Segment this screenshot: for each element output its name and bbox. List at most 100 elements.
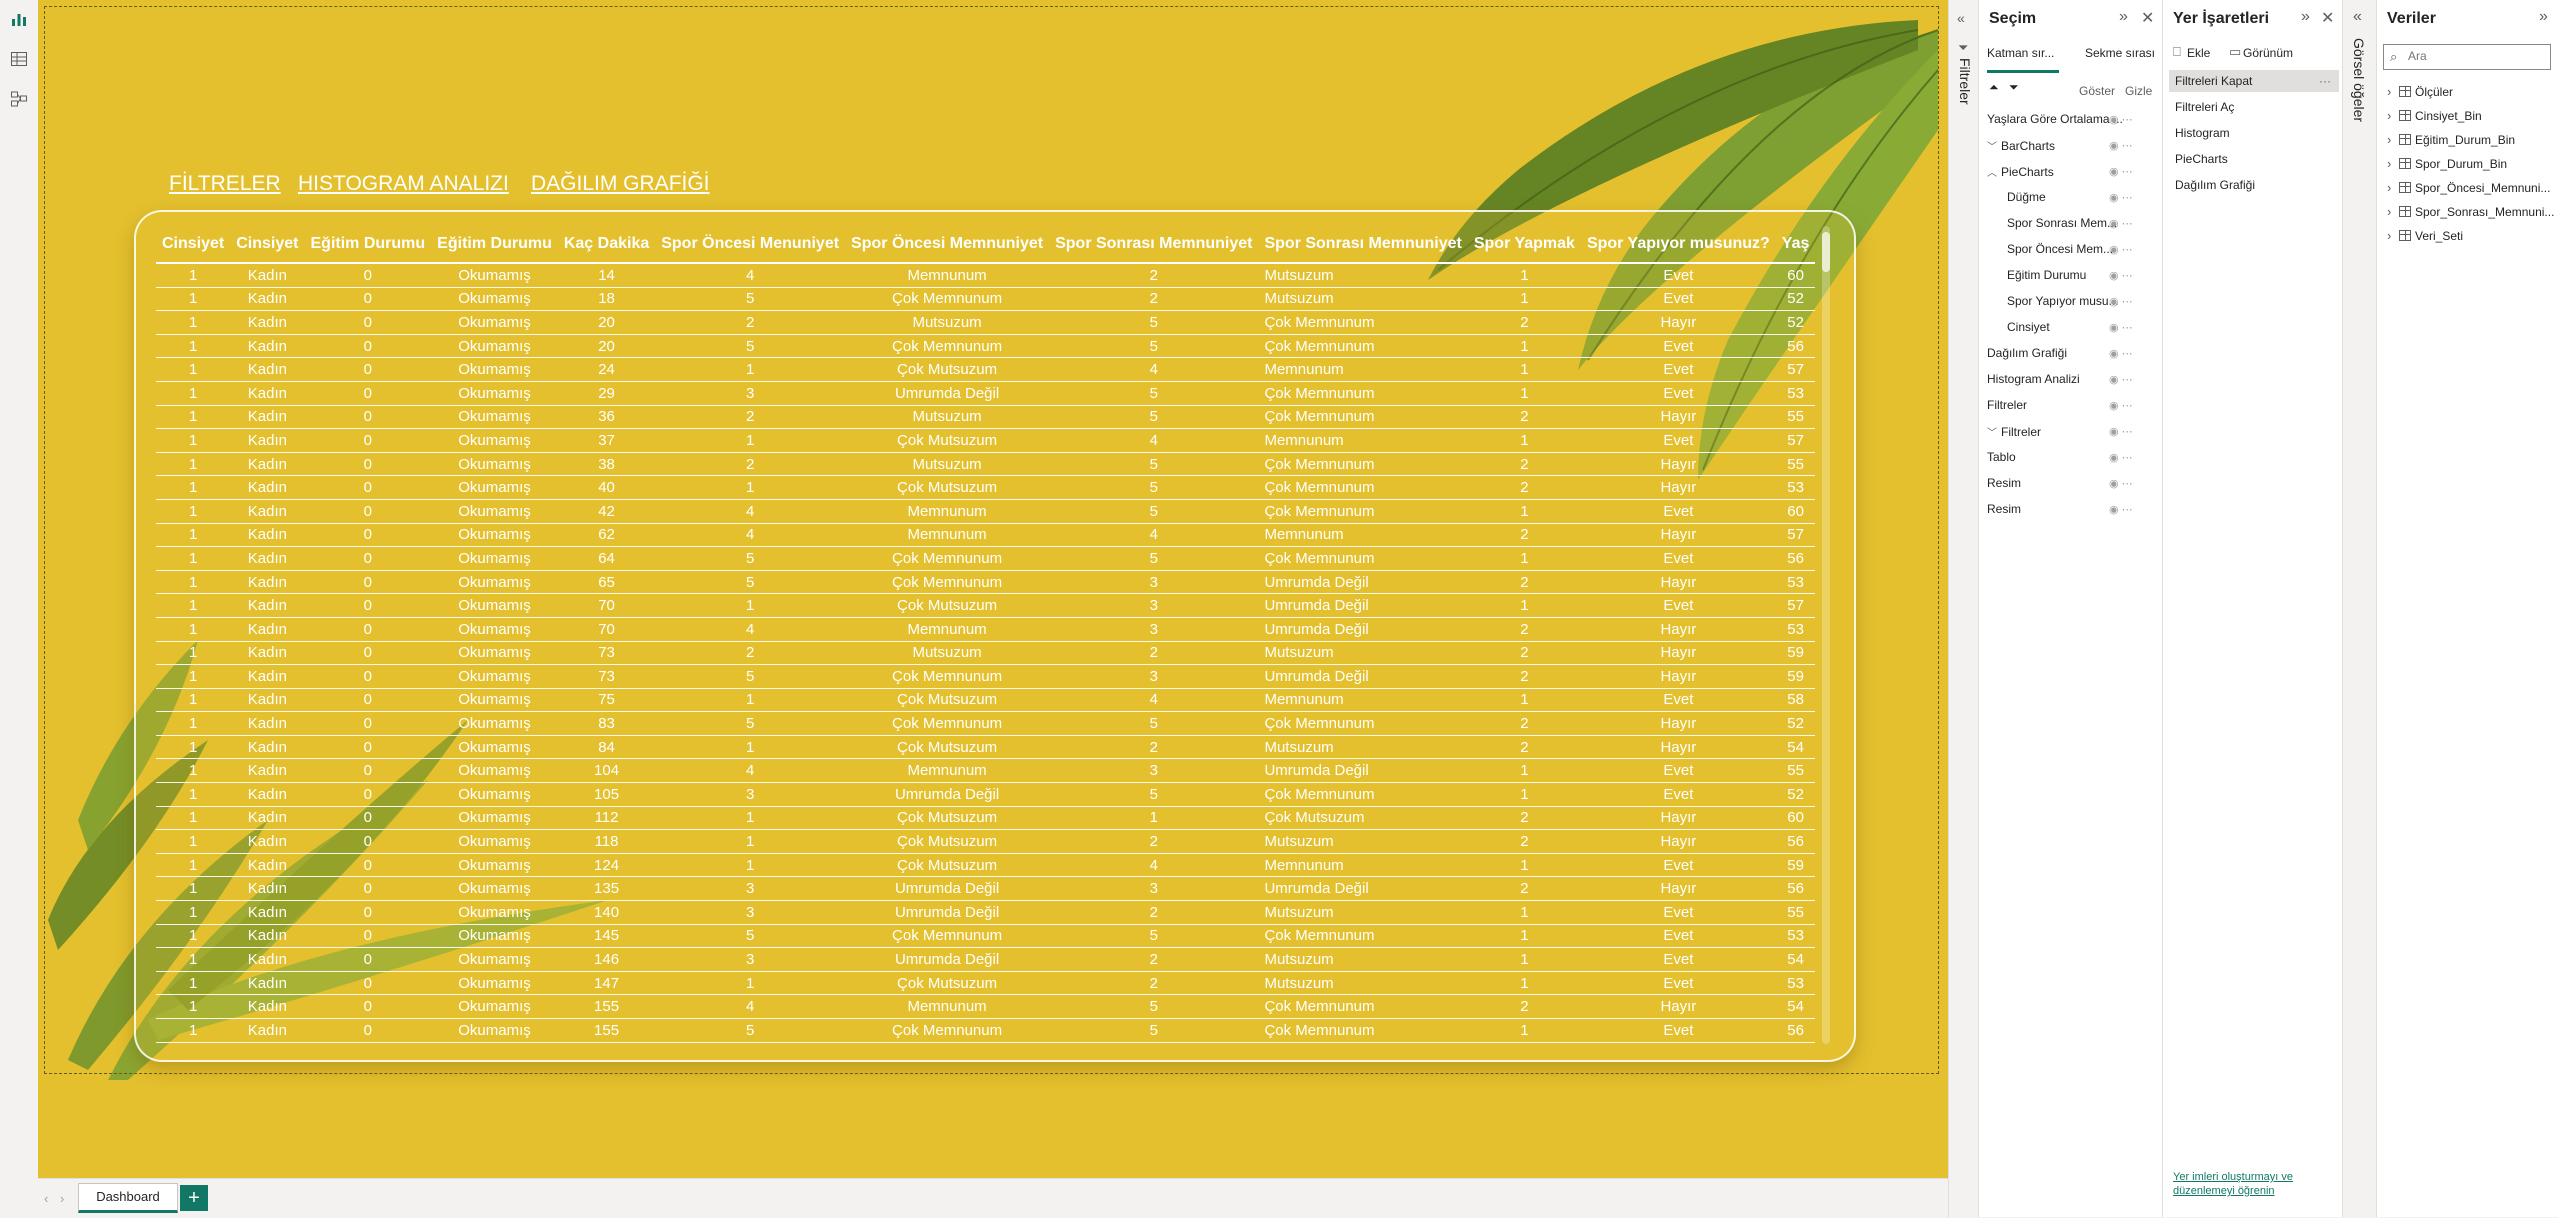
visibility-eye-icon[interactable]: ◉ ⋯ <box>2109 321 2133 334</box>
column-header[interactable]: Spor Yapmak <box>1467 226 1581 264</box>
data-search-box[interactable]: ⌕ <box>2383 44 2551 70</box>
move-down-icon[interactable]: ⏷ <box>2009 80 2019 95</box>
table-row[interactable]: 1 Kadın 0 Okumamış 83 5 Çok Memnunum 5 Çok Memnu… <box>156 711 1816 736</box>
expand-chevron-icon[interactable]: › <box>2387 204 2397 219</box>
collapse-bookmarks-icon[interactable]: » <box>2301 8 2310 26</box>
table-row[interactable]: 1 Kadın 0 Okumamış 124 1 Çok Mutsuzum 4 Memnunum… <box>156 853 1816 878</box>
table-row[interactable]: 1 Kadın 0 Okumamış 135 3 Umrumda Değil 3 Umrumda… <box>156 876 1816 902</box>
selection-item[interactable]: Filtreler <box>1987 398 2027 412</box>
visibility-eye-icon[interactable]: ◉ ⋯ <box>2109 503 2133 516</box>
data-table-item[interactable]: › Spor_Sonrası_Memnuni... <box>2387 204 2554 219</box>
bookmark-item[interactable]: Filtreleri Aç <box>2169 96 2339 118</box>
table-row[interactable]: 1 Kadın 0 Okumamış 14 4 Memnunum 2 Mutsuzum 1 Evet… <box>156 263 1816 288</box>
expand-visuals-icon[interactable]: « <box>2353 8 2362 26</box>
table-row[interactable]: 1 Kadın 0 Okumamış 36 2 Mutsuzum 5 Çok Memnunum 2… <box>156 405 1816 430</box>
visuals-pane-collapsed[interactable]: « Görsel öğeler <box>2342 0 2377 1217</box>
hide-all-button[interactable]: Gizle <box>2125 84 2152 98</box>
bookmark-add-icon[interactable]: ⎕ <box>2173 44 2181 60</box>
filters-pane-collapsed[interactable]: « ⏷ Filtreler <box>1948 0 1979 1217</box>
close-selection-icon[interactable]: ✕ <box>2141 8 2154 28</box>
column-header[interactable]: Yaş <box>1775 226 1816 264</box>
selection-item[interactable]: Cinsiyet <box>1987 320 2050 334</box>
move-up-icon[interactable]: ⏶ <box>1989 80 1999 95</box>
column-header[interactable]: Spor Öncesi Memnuniyet <box>845 226 1050 264</box>
table-row[interactable]: 1 Kadın 0 Okumamış 73 2 Mutsuzum 2 Mutsuzum 2 Hayı… <box>156 641 1816 666</box>
table-visual[interactable]: Cinsiyet Cinsiyet Eğitim Durumu Eğitim Duru… <box>134 210 1856 1062</box>
selection-item[interactable]: Eğitim Durumu <box>1987 268 2086 282</box>
selection-item[interactable]: ﹀ BarCharts <box>1987 138 2055 153</box>
visibility-eye-icon[interactable]: ◉ ⋯ <box>2109 373 2133 386</box>
table-row[interactable]: 1 Kadın 0 Okumamış 65 5 Çok Memnunum 3 Umrumda D… <box>156 570 1816 595</box>
close-bookmarks-icon[interactable]: ✕ <box>2321 8 2334 28</box>
visibility-eye-icon[interactable]: ◉ ⋯ <box>2109 139 2133 152</box>
nav-filters-link[interactable]: FİLTRELER <box>169 172 281 196</box>
visibility-eye-icon[interactable]: ◉ ⋯ <box>2109 165 2133 178</box>
visibility-eye-icon[interactable]: ◉ ⋯ <box>2109 425 2133 438</box>
column-header[interactable]: Spor Öncesi Menuniyet <box>655 226 846 264</box>
data-table-item[interactable]: › Veri_Seti <box>2387 228 2463 243</box>
visibility-eye-icon[interactable]: ◉ ⋯ <box>2109 243 2133 256</box>
bookmark-item[interactable]: Histogram <box>2169 122 2339 144</box>
table-row[interactable]: 1 Kadın 0 Okumamış 62 4 Memnunum 4 Memnunum 2 Hayı… <box>156 523 1816 548</box>
table-row[interactable]: 1 Kadın 0 Okumamış 70 1 Çok Mutsuzum 3 Umrumda D… <box>156 593 1816 618</box>
table-row[interactable]: 1 Kadın 0 Okumamış 104 4 Memnunum 3 Umrumda Deği… <box>156 758 1816 784</box>
table-row[interactable]: 1 Kadın 0 Okumamış 105 3 Umrumda Değil 5 Çok Mem… <box>156 782 1816 807</box>
report-view-icon[interactable] <box>10 10 28 28</box>
column-header[interactable]: Eğitim Durumu <box>304 226 432 264</box>
table-row[interactable]: 1 Kadın 0 Okumamış 112 1 Çok Mutsuzum 1 Çok Muts… <box>156 806 1816 831</box>
table-row[interactable]: 1 Kadın 0 Okumamış 73 5 Çok Memnunum 3 Umrumda D… <box>156 664 1816 689</box>
column-header[interactable]: Spor Yapıyor musunuz? <box>1580 226 1776 264</box>
selection-item[interactable]: ﹀ Filtreler <box>1987 424 2041 439</box>
table-row[interactable]: 1 Kadın 0 Okumamış 155 4 Memnunum 5 Çok Memnunum… <box>156 994 1816 1019</box>
bookmark-item[interactable]: Filtreleri Kapat ··· <box>2169 70 2339 92</box>
tab-layer-order[interactable]: Katman sır... <box>1987 46 2054 60</box>
table-scrollbar[interactable] <box>1822 226 1830 1044</box>
selection-item[interactable]: Resim <box>1987 476 2021 490</box>
column-header[interactable]: Spor Sonrası Memnuniyet <box>1258 226 1468 264</box>
table-row[interactable]: 1 Kadın 0 Okumamış 40 1 Çok Mutsuzum 5 Çok Memnu… <box>156 475 1816 500</box>
table-row[interactable]: 1 Kadın 0 Okumamış 18 5 Çok Memnunum 2 Mutsuzum 1… <box>156 287 1816 312</box>
table-row[interactable]: 1 Kadın 0 Okumamış 84 1 Çok Mutsuzum 2 Mutsuzum 2… <box>156 735 1816 760</box>
view-bookmark-button[interactable]: Görünüm <box>2243 46 2293 60</box>
table-row[interactable]: 1 Kadın 0 Okumamış 38 2 Mutsuzum 5 Çok Memnunum 2… <box>156 452 1816 477</box>
visibility-eye-icon[interactable]: ◉ ⋯ <box>2109 399 2133 412</box>
data-search-input[interactable] <box>2406 48 2550 64</box>
expand-chevron-icon[interactable]: › <box>2387 108 2397 123</box>
selection-item[interactable]: Tablo <box>1987 450 2016 464</box>
scrollbar-thumb[interactable] <box>1822 232 1830 272</box>
table-row[interactable]: 1 Kadın 0 Okumamış 37 1 Çok Mutsuzum 4 Memnunum 1… <box>156 428 1816 453</box>
chevron-up-icon[interactable]: ︿ <box>1987 164 2001 179</box>
expand-chevron-icon[interactable]: › <box>2387 180 2397 195</box>
expand-chevron-icon[interactable]: › <box>2387 156 2397 171</box>
column-header[interactable]: Spor Sonrası Memnuniyet <box>1049 226 1259 264</box>
column-header[interactable]: Eğitim Durumu <box>431 226 558 264</box>
next-page-icon[interactable]: › <box>60 1191 64 1206</box>
visibility-eye-icon[interactable]: ◉ ⋯ <box>2109 191 2133 204</box>
selection-item[interactable]: Spor Öncesi Mem... <box>1987 242 2113 256</box>
visibility-eye-icon[interactable]: ◉ ⋯ <box>2109 347 2133 360</box>
selection-item[interactable]: ︿ PieCharts <box>1987 164 2054 179</box>
selection-item[interactable]: Resim <box>1987 502 2021 516</box>
visibility-eye-icon[interactable]: ◉ ⋯ <box>2109 477 2133 490</box>
table-row[interactable]: 1 Kadın 0 Okumamış 75 1 Çok Mutsuzum 4 Memnunum 1… <box>156 688 1816 713</box>
learn-bookmarks-link[interactable]: Yer imleri oluşturmayı ve düzenlemeyi öğ… <box>2173 1170 2323 1198</box>
column-header[interactable]: Cinsiyet <box>156 226 231 264</box>
data-table-item[interactable]: › Ölçüler <box>2387 84 2453 99</box>
tab-tab-order[interactable]: Sekme sırası <box>2085 46 2155 60</box>
table-row[interactable]: 1 Kadın 0 Okumamış 24 1 Çok Mutsuzum 4 Memnunum 1… <box>156 357 1816 382</box>
expand-chevron-icon[interactable]: › <box>2387 84 2397 99</box>
table-row[interactable]: 1 Kadın 0 Okumamış 145 5 Çok Memnunum 5 Çok Memn… <box>156 924 1816 949</box>
data-table-item[interactable]: › Spor_Öncesi_Memnuni... <box>2387 180 2550 195</box>
view-icon[interactable]: ▭ <box>2229 44 2241 60</box>
table-row[interactable]: 1 Kadın 0 Okumamış 29 3 Umrumda Değil 5 Çok Memn… <box>156 381 1816 406</box>
table-row[interactable]: 1 Kadın 0 Okumamış 20 2 Mutsuzum 5 Çok Memnunum 2… <box>156 310 1816 335</box>
chevron-down-icon[interactable]: ﹀ <box>1987 138 2001 153</box>
visibility-eye-icon[interactable]: ◉ ⋯ <box>2109 451 2133 464</box>
data-table-item[interactable]: › Eğitim_Durum_Bin <box>2387 132 2515 147</box>
nav-scatter-link[interactable]: DAĞILIM GRAFİĞİ <box>531 172 710 196</box>
table-row[interactable]: 1 Kadın 0 Okumamış 146 3 Umrumda Değil 2 Mutsuzu… <box>156 947 1816 972</box>
visibility-eye-icon[interactable]: ◉ ⋯ <box>2109 269 2133 282</box>
selection-item[interactable]: Histogram Analizi <box>1987 372 2080 386</box>
table-view-icon[interactable] <box>10 50 28 68</box>
chevron-down-icon[interactable]: ﹀ <box>1987 424 2001 439</box>
